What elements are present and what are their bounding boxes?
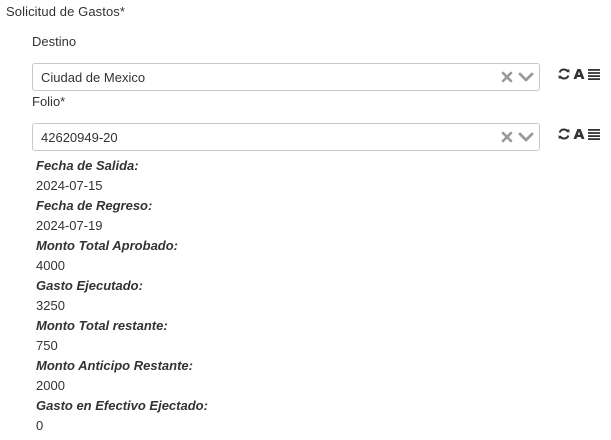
- fecha-regreso-value: 2024-07-19: [36, 218, 103, 233]
- folio-label: Folio*: [32, 94, 66, 109]
- refresh-icon[interactable]: [557, 68, 571, 80]
- list-icon[interactable]: [587, 128, 601, 140]
- folio-select-value: 42620949-20: [41, 130, 118, 145]
- gasto-efectivo-ejecutado-value: 0: [36, 418, 44, 433]
- monto-total-aprobado-label: Monto Total Aprobado:: [36, 238, 179, 253]
- font-icon[interactable]: [572, 68, 586, 80]
- folio-tools: [557, 128, 601, 140]
- chevron-down-icon[interactable]: [518, 132, 534, 143]
- monto-total-restante-value: 750: [36, 338, 58, 353]
- refresh-icon[interactable]: [557, 128, 571, 140]
- font-icon[interactable]: [572, 128, 586, 140]
- monto-anticipo-restante-value: 2000: [36, 378, 65, 393]
- destino-select[interactable]: Ciudad de Mexico: [32, 63, 540, 91]
- gasto-ejecutado-label: Gasto Ejecutado:: [36, 278, 143, 293]
- section-title: Solicitud de Gastos*: [6, 4, 126, 19]
- gasto-efectivo-ejecutado-label: Gasto en Efectivo Ejectado:: [36, 398, 208, 413]
- details-list: Fecha de Salida: 2024-07-15 Fecha de Reg…: [36, 156, 596, 436]
- destino-tools: [557, 68, 601, 80]
- clear-icon[interactable]: [501, 71, 513, 83]
- fecha-salida-value: 2024-07-15: [36, 178, 103, 193]
- fecha-regreso-label: Fecha de Regreso:: [36, 198, 153, 213]
- clear-icon[interactable]: [501, 131, 513, 143]
- destino-label: Destino: [32, 34, 77, 49]
- monto-total-aprobado-value: 4000: [36, 258, 65, 273]
- folio-select[interactable]: 42620949-20: [32, 123, 540, 151]
- monto-total-restante-label: Monto Total restante:: [36, 318, 168, 333]
- list-icon[interactable]: [587, 68, 601, 80]
- chevron-down-icon[interactable]: [518, 72, 534, 83]
- monto-anticipo-restante-label: Monto Anticipo Restante:: [36, 358, 193, 373]
- gasto-ejecutado-value: 3250: [36, 298, 65, 313]
- fecha-salida-label: Fecha de Salida:: [36, 158, 139, 173]
- destino-select-value: Ciudad de Mexico: [41, 70, 146, 85]
